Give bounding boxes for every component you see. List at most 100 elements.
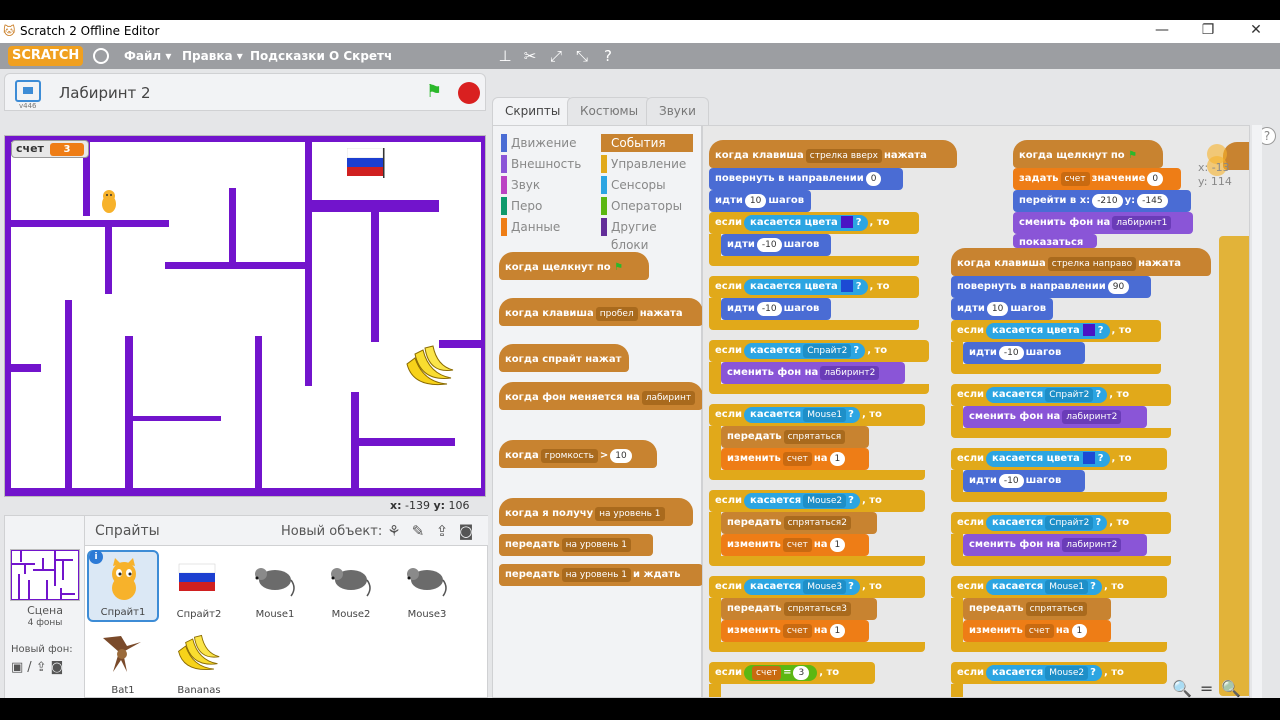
- camera-backdrop-icon[interactable]: ◙: [51, 660, 68, 675]
- category-pen[interactable]: Перо: [501, 197, 593, 215]
- tab-sounds[interactable]: Звуки: [646, 97, 709, 125]
- script1-if-sprite2[interactable]: если касается Спрайт2?, то: [709, 340, 929, 362]
- category-more-blocks[interactable]: Другие блоки: [601, 218, 693, 252]
- menu-edit[interactable]: Правка ▾: [182, 49, 243, 63]
- menu-tips[interactable]: Подсказки: [250, 49, 325, 63]
- script3-move-back-2[interactable]: идти -10 шагов: [963, 470, 1085, 492]
- script3-if-sprite2-b[interactable]: если касается Спрайт2?, то: [951, 512, 1171, 534]
- cat-sprite-icon[interactable]: [97, 188, 121, 216]
- partial-script-column[interactable]: [1219, 236, 1249, 696]
- script3-if-color-2[interactable]: если касается цвета?, то: [951, 448, 1167, 470]
- script1-broadcast-hide2[interactable]: передать спрятаться2: [721, 512, 877, 534]
- palette-block-key-pressed[interactable]: когда клавиша пробел нажата: [499, 298, 703, 326]
- zoom-out-icon[interactable]: 🔍: [1172, 679, 1200, 698]
- category-looks[interactable]: Внешность: [501, 155, 593, 173]
- script3-if-mouse2[interactable]: если касается Mouse2?, то: [951, 662, 1167, 684]
- category-motion[interactable]: Движение: [501, 134, 593, 152]
- script1-broadcast-hide3[interactable]: передать спрятаться3: [721, 598, 877, 620]
- script1-if-score[interactable]: если счет = 3, то: [709, 662, 875, 684]
- zoom-reset-icon[interactable]: =: [1200, 679, 1221, 698]
- script1-move-back-1[interactable]: идти -10 шагов: [721, 234, 831, 256]
- sprite-tile-bat1[interactable]: Bat1: [87, 626, 159, 698]
- green-flag-icon[interactable]: ⚑: [426, 81, 448, 103]
- upload-sprite-icon[interactable]: ⇪: [433, 522, 451, 540]
- sprite-tile-mouse2[interactable]: Mouse2: [315, 550, 387, 622]
- language-globe-icon[interactable]: [93, 48, 109, 64]
- script2-set-score[interactable]: задать счет значение 0: [1013, 168, 1181, 190]
- stop-icon[interactable]: [458, 82, 480, 104]
- script2-hat-flag[interactable]: когда щелкнут по ⚑: [1013, 140, 1163, 168]
- palette-block-broadcast[interactable]: передать на уровень 1: [499, 534, 653, 556]
- script3-if-sprite2[interactable]: если касается Спрайт2?, то: [951, 384, 1171, 406]
- script2-show[interactable]: показаться: [1013, 234, 1097, 248]
- stage-canvas[interactable]: счет 3: [4, 135, 486, 497]
- upload-backdrop-icon[interactable]: ⇪: [36, 660, 51, 675]
- sprite-tile-sprite1[interactable]: i Спрайт1: [87, 550, 159, 622]
- project-name[interactable]: Лабиринт 2: [59, 84, 151, 102]
- script3-if-color-1[interactable]: если касается цвета?, то: [951, 320, 1161, 342]
- script1-switch-bg[interactable]: сменить фон на лабиринт2: [721, 362, 905, 384]
- restore-button[interactable]: ❐: [1188, 22, 1228, 42]
- paint-sprite-icon[interactable]: ✎: [409, 522, 427, 540]
- tab-costumes[interactable]: Костюмы: [567, 97, 652, 125]
- palette-block-loudness[interactable]: когда громкость >10: [499, 440, 657, 468]
- zoom-in-icon[interactable]: 🔍: [1221, 679, 1249, 698]
- brush-backdrop-icon[interactable]: /: [27, 660, 35, 675]
- script3-broadcast-hide[interactable]: передать спрятаться: [963, 598, 1111, 620]
- script3-if-mouse1[interactable]: если касается Mouse1?, то: [951, 576, 1167, 598]
- minimize-button[interactable]: —: [1142, 22, 1182, 42]
- script1-change-score-2[interactable]: изменить счет на 1: [721, 534, 869, 556]
- script1-if-mouse2[interactable]: если касается Mouse2?, то: [709, 490, 925, 512]
- paint-backdrop-icon[interactable]: ▣: [11, 660, 27, 675]
- script1-change-score-1[interactable]: изменить счет на 1: [721, 448, 869, 470]
- script3-move[interactable]: идти 10 шагов: [951, 298, 1053, 320]
- category-events[interactable]: События: [601, 134, 693, 152]
- palette-block-flag-clicked[interactable]: когда щелкнут по ⚑: [499, 252, 649, 280]
- script1-change-score-3[interactable]: изменить счет на 1: [721, 620, 869, 642]
- palette-block-receive[interactable]: когда я получу на уровень 1: [499, 498, 693, 526]
- fullscreen-icon[interactable]: [15, 80, 41, 102]
- script1-broadcast-hide[interactable]: передать спрятаться: [721, 426, 869, 448]
- duplicate-stamp-icon[interactable]: ⊥: [495, 46, 515, 66]
- category-data[interactable]: Данные: [501, 218, 593, 236]
- script3-move-back-1[interactable]: идти -10 шагов: [963, 342, 1085, 364]
- script1-move[interactable]: идти 10 шагов: [709, 190, 811, 212]
- scene-thumbnail[interactable]: [10, 549, 80, 601]
- script2-goto[interactable]: перейти в x: -210 y: -145: [1013, 190, 1191, 212]
- script1-move-back-2[interactable]: идти -10 шагов: [721, 298, 831, 320]
- script3-point-direction[interactable]: повернуть в направлении 90: [951, 276, 1151, 298]
- sprite-tile-bananas[interactable]: Bananas: [163, 626, 235, 698]
- grow-icon[interactable]: ⤢: [546, 46, 566, 66]
- sprite-tile-sprite2[interactable]: Спрайт2: [163, 550, 235, 622]
- script3-switch-bg-1[interactable]: сменить фон на лабиринт2: [963, 406, 1147, 428]
- palette-block-sprite-clicked[interactable]: когда спрайт нажат: [499, 344, 629, 372]
- sprite-tile-mouse3[interactable]: Mouse3: [391, 550, 463, 622]
- vertical-scrollbar[interactable]: [1252, 125, 1262, 698]
- category-control[interactable]: Управление: [601, 155, 693, 173]
- script3-hat-key[interactable]: когда клавиша стрелка направо нажата: [951, 248, 1211, 276]
- menu-file[interactable]: Файл ▾: [124, 49, 171, 63]
- tab-scripts[interactable]: Скрипты: [492, 97, 574, 127]
- menu-about[interactable]: О Скретч: [329, 49, 392, 63]
- palette-block-broadcast-wait[interactable]: передать на уровень 1и ждать: [499, 564, 703, 586]
- camera-sprite-icon[interactable]: ◙: [457, 522, 475, 540]
- script1-hat-key[interactable]: когда клавиша стрелка вверх нажата: [709, 140, 957, 168]
- scratch-logo[interactable]: SCRATCH: [8, 46, 84, 66]
- script1-point-direction[interactable]: повернуть в направлении 0: [709, 168, 903, 190]
- category-sensing[interactable]: Сенсоры: [601, 176, 693, 194]
- script1-if-color-2[interactable]: если касается цвета?, то: [709, 276, 919, 298]
- category-sound[interactable]: Звук: [501, 176, 593, 194]
- sprite-tile-mouse1[interactable]: Mouse1: [239, 550, 311, 622]
- shrink-icon[interactable]: ⤡: [572, 46, 592, 66]
- script1-if-mouse1[interactable]: если касается Mouse1?, то: [709, 404, 925, 426]
- category-operators[interactable]: Операторы: [601, 197, 693, 215]
- script2-switch-bg[interactable]: сменить фон на лабиринт1: [1013, 212, 1193, 234]
- delete-scissors-icon[interactable]: ✂: [520, 46, 540, 66]
- script1-if-mouse3[interactable]: если касается Mouse3?, то: [709, 576, 925, 598]
- script-area[interactable]: когда клавиша стрелка вверх нажата поверну…: [702, 125, 1250, 698]
- script3-change-score[interactable]: изменить счет на 1: [963, 620, 1111, 642]
- script3-switch-bg-2[interactable]: сменить фон на лабиринт2: [963, 534, 1147, 556]
- score-monitor[interactable]: счет 3: [11, 140, 89, 158]
- palette-block-backdrop-switch[interactable]: когда фон меняется на лабиринт: [499, 382, 703, 410]
- script1-if-color-1[interactable]: если касается цвета?, то: [709, 212, 919, 234]
